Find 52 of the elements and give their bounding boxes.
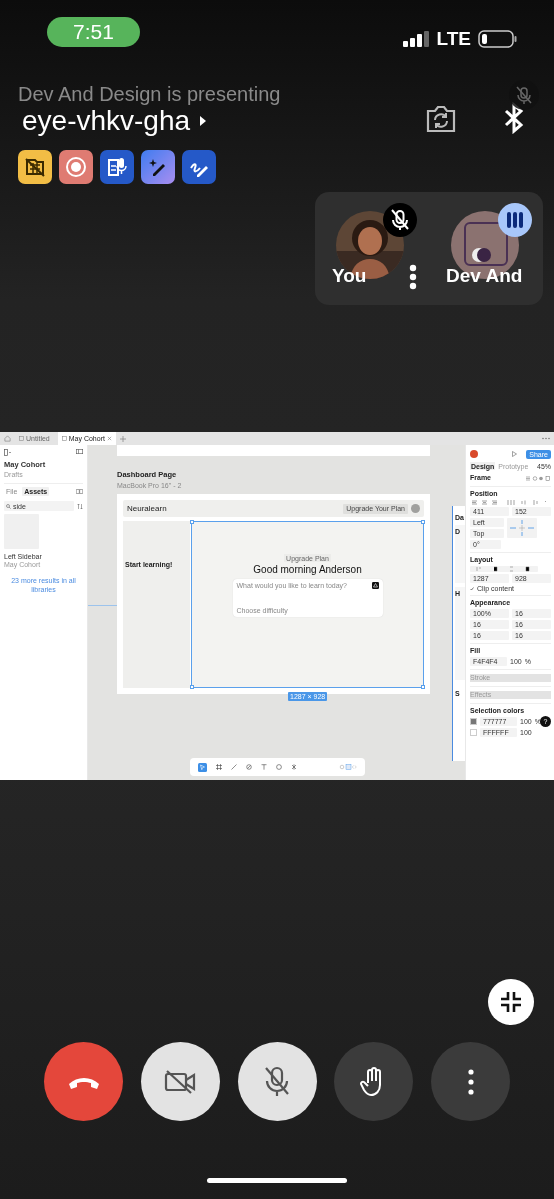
alignment-icon[interactable]: [470, 500, 548, 505]
library-icon[interactable]: [76, 489, 83, 494]
actions-icon[interactable]: [291, 764, 297, 770]
more-icon: [467, 1068, 474, 1095]
brand-name: Neuralearn: [127, 504, 167, 513]
frame-tool-icon[interactable]: [216, 764, 222, 770]
close-icon[interactable]: [106, 436, 112, 441]
camera-flip-icon[interactable]: [425, 104, 457, 134]
grid-off-icon: [24, 156, 46, 178]
send-button[interactable]: [371, 582, 379, 589]
greeting-heading: Good morning Anderson: [253, 564, 362, 575]
transcript-button[interactable]: [100, 150, 134, 184]
dev-mode-toggle-icon[interactable]: [339, 764, 357, 770]
clock-time: 7:51: [47, 17, 140, 47]
sort-icon[interactable]: [77, 503, 83, 509]
text-tool-icon[interactable]: [261, 764, 267, 770]
minimize-icon: [499, 990, 523, 1014]
present-icon[interactable]: [512, 451, 518, 457]
search-icon: [6, 503, 11, 509]
color-swatch[interactable]: [470, 729, 477, 736]
battery-icon: [478, 30, 518, 48]
pen-button[interactable]: [182, 150, 216, 184]
pen-tool-icon[interactable]: [246, 764, 252, 770]
more-icon[interactable]: [409, 264, 417, 290]
meeting-code-link[interactable]: eye-vhkv-gha: [22, 106, 209, 136]
file-icon: [61, 436, 67, 441]
cursor-icon[interactable]: [198, 762, 207, 772]
document-mic-icon: [106, 156, 128, 178]
grid-off-button[interactable]: [18, 150, 52, 184]
participant-name: Dev And: [446, 265, 523, 287]
presenter-label: Dev And Design is presenting: [18, 82, 281, 106]
camera-icon: [163, 1068, 198, 1095]
layout-direction-icon[interactable]: [470, 566, 538, 572]
avatar-icon: [411, 504, 420, 513]
record-icon: [65, 156, 87, 178]
frame-options-icon[interactable]: [525, 475, 551, 481]
microphone-icon: [263, 1064, 291, 1099]
sparkle-pen-button[interactable]: [141, 150, 175, 184]
participant-name: You: [332, 265, 367, 287]
signal-icon: [402, 31, 430, 47]
user-avatar-icon[interactable]: [470, 450, 478, 458]
comment-tool-icon[interactable]: [276, 764, 282, 770]
network-label: LTE: [436, 28, 471, 50]
color-swatch[interactable]: [470, 718, 477, 725]
add-tab-icon[interactable]: [119, 435, 126, 442]
minimize-button[interactable]: [488, 979, 534, 1025]
figma-menu-icon[interactable]: [4, 449, 12, 456]
line-tool-icon[interactable]: [231, 764, 237, 770]
clip-checkbox[interactable]: [470, 586, 474, 591]
record-button[interactable]: [59, 150, 93, 184]
file-icon: [19, 436, 24, 441]
sidebar-toggle-icon[interactable]: [76, 449, 83, 454]
